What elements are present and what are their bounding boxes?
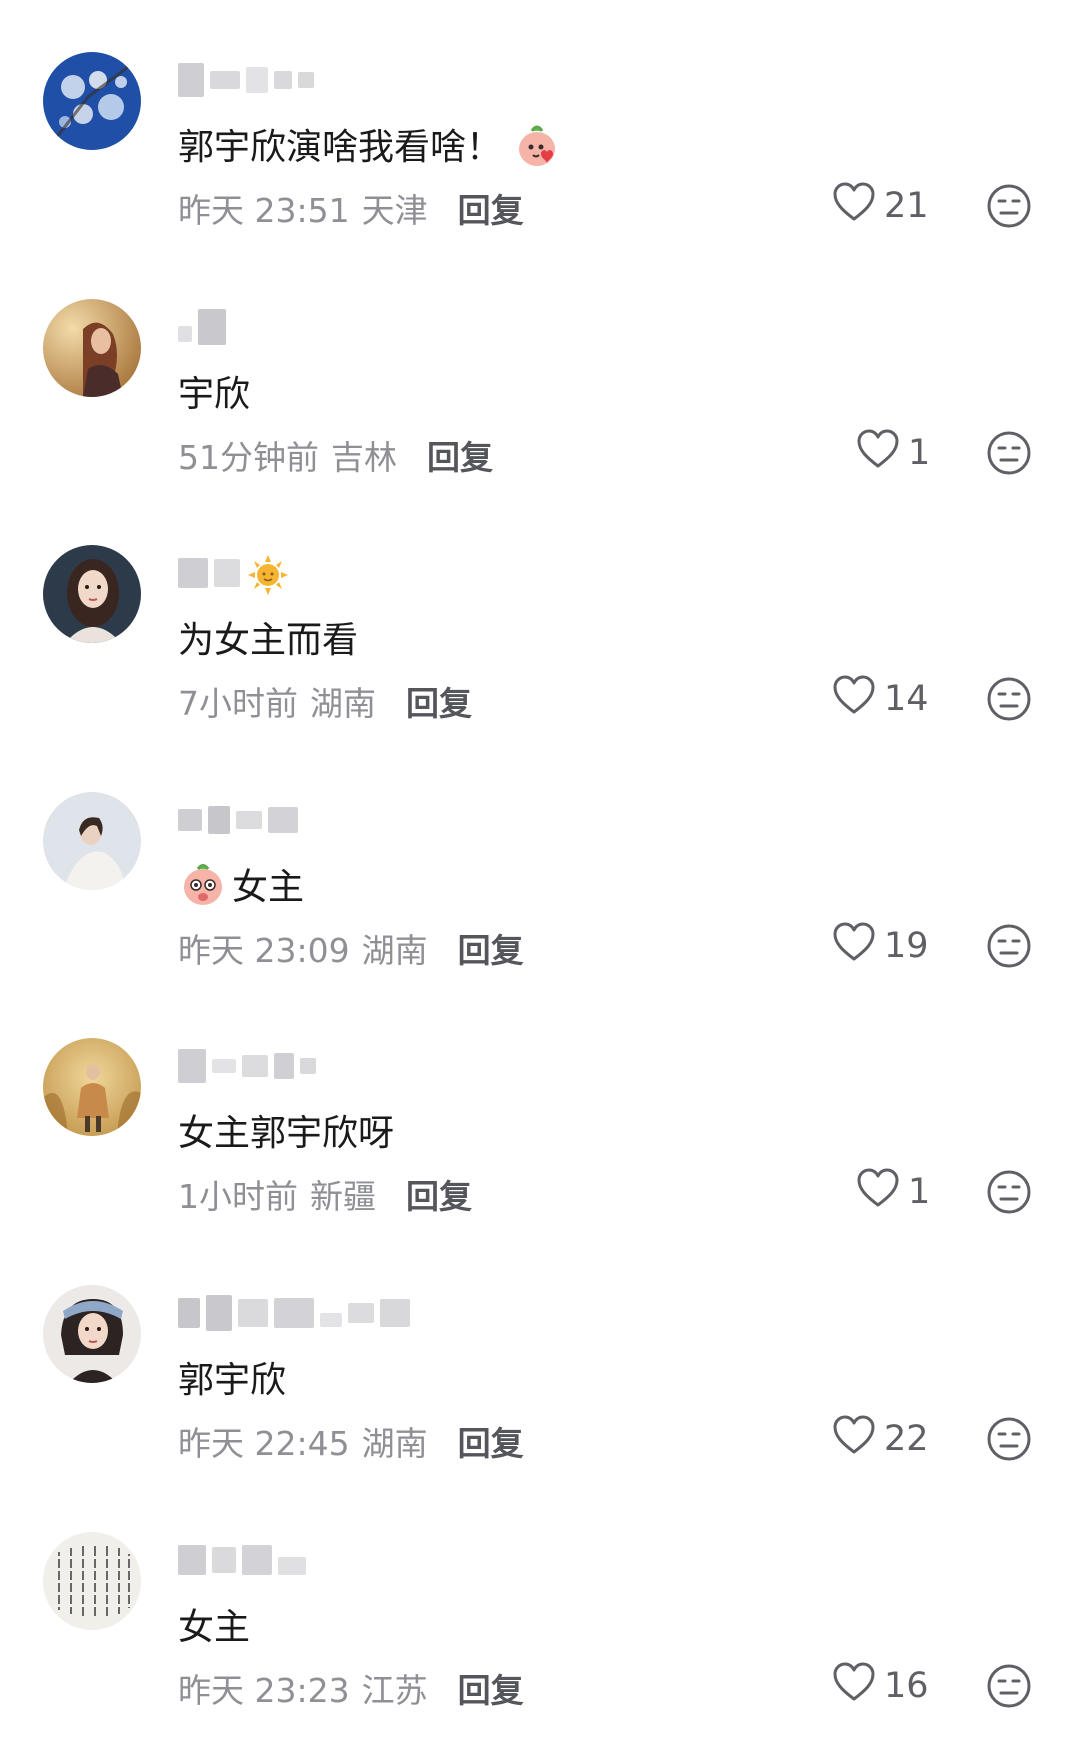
like-count: 21 [884,186,929,226]
comment-text-label: 为女主而看 [178,620,359,661]
neutral-face-icon[interactable] [986,1663,1032,1709]
like-count: 16 [884,1666,929,1706]
comment-text: 女主 [178,1598,250,1650]
comment-time: 昨天 23:09 [178,931,350,970]
peach-blush-emoji [512,119,562,169]
username[interactable] [178,551,290,595]
comment-time: 7小时前 [178,684,298,723]
comment-text: 宇欣 [178,365,250,417]
heart-outline-icon [832,675,876,724]
comment-meta: 7小时前 湖南 回复 [178,677,472,725]
avatar[interactable] [43,1038,141,1136]
like-button[interactable]: 19 [832,922,929,971]
comment-time: 昨天 23:23 [178,1671,350,1710]
comment-time: 1小时前 [178,1177,298,1216]
heart-outline-icon [832,182,876,231]
reply-button[interactable]: 回复 [458,184,524,232]
like-button[interactable]: 14 [832,675,929,724]
comment-text: 郭宇欣演啥我看啥！ [178,118,562,170]
comment-text-label: 宇欣 [178,374,251,415]
comment-location: 湖南 [361,931,428,970]
reply-button[interactable]: 回复 [427,431,493,479]
comment-item: 宇欣 51分钟前 吉林 回复 1 [0,247,1080,495]
username[interactable] [178,60,314,100]
comment-text: 女主 [178,858,304,910]
like-button[interactable]: 21 [832,182,929,231]
username[interactable] [178,1046,316,1086]
comment-list: 郭宇欣演啥我看啥！ 昨天 23:51 天津 回复 21 宇欣 51分钟前 吉林 … [0,0,1080,1752]
heart-outline-icon [856,429,900,478]
username[interactable] [178,1540,306,1580]
like-button[interactable]: 1 [856,429,931,478]
comment-text: 郭宇欣 [178,1351,286,1403]
reply-button[interactable]: 回复 [458,924,524,972]
neutral-face-icon[interactable] [986,1169,1032,1215]
like-count: 14 [884,679,929,719]
comment-text: 女主郭宇欣呀 [178,1104,394,1156]
comment-text-label: 郭宇欣 [178,1360,287,1401]
heart-outline-icon [856,1168,900,1217]
comment-item: 女主 昨天 23:23 江苏 回复 16 [0,1480,1080,1728]
reply-button[interactable]: 回复 [406,677,472,725]
comment-meta: 昨天 22:45 湖南 回复 [178,1417,524,1465]
comment-text: 为女主而看 [178,611,358,663]
like-button[interactable]: 16 [832,1662,929,1711]
neutral-face-icon[interactable] [986,1416,1032,1462]
heart-outline-icon [832,922,876,971]
comment-location: 新疆 [310,1177,376,1216]
comment-text-label: 女主 [232,867,305,908]
like-count: 1 [908,1172,931,1212]
comment-item: 郭宇欣演啥我看啥！ 昨天 23:51 天津 回复 21 [0,0,1080,248]
comment-meta: 1小时前 新疆 回复 [178,1170,472,1218]
comment-location: 湖南 [310,684,376,723]
like-count: 22 [884,1419,929,1459]
comment-text-label: 女主郭宇欣呀 [178,1113,395,1154]
neutral-face-icon[interactable] [986,923,1032,969]
avatar[interactable] [43,1532,141,1630]
heart-outline-icon [832,1662,876,1711]
neutral-face-icon[interactable] [986,430,1032,476]
avatar[interactable] [43,299,141,397]
comment-location: 湖南 [361,1424,428,1463]
like-count: 1 [908,433,931,473]
comment-location: 江苏 [361,1671,428,1710]
comment-item: 女主 昨天 23:09 湖南 回复 19 [0,740,1080,988]
username[interactable] [178,1293,410,1333]
reply-button[interactable]: 回复 [458,1417,524,1465]
comment-text-label: 郭宇欣演啥我看啥！ [178,127,503,168]
avatar[interactable] [43,545,141,643]
neutral-face-icon[interactable] [986,676,1032,722]
avatar[interactable] [43,792,141,890]
avatar[interactable] [43,1285,141,1383]
sun-badge-icon [246,551,290,595]
avatar[interactable] [43,52,141,150]
peach-shy-emoji [178,859,228,909]
comment-time: 昨天 23:51 [178,191,350,230]
comment-meta: 昨天 23:51 天津 回复 [178,184,524,232]
comment-location: 天津 [361,191,428,230]
comment-time: 51分钟前 [178,438,319,477]
comment-item: 郭宇欣 昨天 22:45 湖南 回复 22 [0,1233,1080,1481]
comment-item: 女主郭宇欣呀 1小时前 新疆 回复 1 [0,986,1080,1234]
username[interactable] [178,307,226,347]
comment-text-label: 女主 [178,1607,251,1648]
comment-meta: 昨天 23:09 湖南 回复 [178,924,524,972]
comment-time: 昨天 22:45 [178,1424,350,1463]
comment-meta: 51分钟前 吉林 回复 [178,431,493,479]
comment-meta: 昨天 23:23 江苏 回复 [178,1664,524,1712]
username[interactable] [178,800,298,840]
comment-location: 吉林 [331,438,397,477]
reply-button[interactable]: 回复 [458,1664,524,1712]
heart-outline-icon [832,1415,876,1464]
like-button[interactable]: 1 [856,1168,931,1217]
like-count: 19 [884,926,929,966]
reply-button[interactable]: 回复 [406,1170,472,1218]
comment-item: 为女主而看 7小时前 湖南 回复 14 [0,493,1080,741]
like-button[interactable]: 22 [832,1415,929,1464]
neutral-face-icon[interactable] [986,183,1032,229]
